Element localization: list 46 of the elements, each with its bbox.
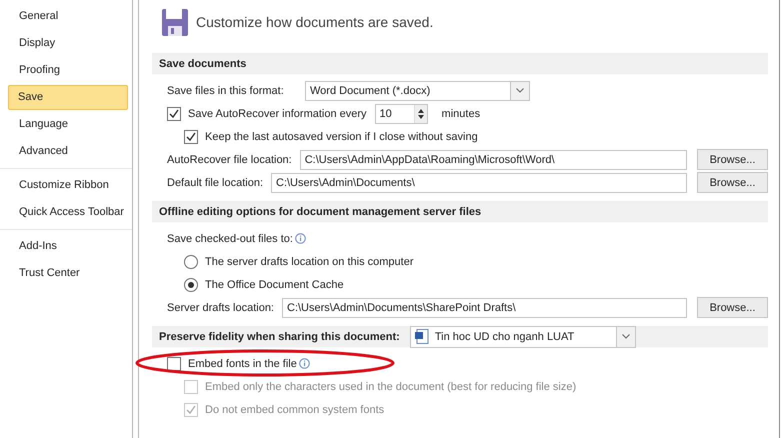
sidebar-item[interactable]: Add-Ins [9,234,128,259]
browse-button[interactable]: Browse... [697,149,768,170]
sidebar-item[interactable]: General [9,4,128,29]
sidebar-item[interactable]: Customize Ribbon [9,173,128,198]
unit-label: minutes [442,108,480,120]
checkbox-label: Save AutoRecover information every [188,108,367,120]
sidebar-item[interactable]: Trust Center [9,261,128,286]
sidebar-item[interactable]: Quick Access Toolbar [9,200,128,225]
checkbox-label: Keep the last autosaved version if I close without saving [205,130,478,142]
section-heading: Save documents [159,58,246,70]
sidebar-item[interactable]: Display [9,31,128,56]
checkbox[interactable] [167,106,181,120]
spin-arrows-icon[interactable] [418,108,424,120]
checkbox-label: Embed fonts in the file [188,358,297,370]
browse-button[interactable]: Browse... [697,172,768,193]
sidebar-item[interactable]: Language [9,112,128,137]
checkbox[interactable] [184,130,198,144]
checkbox-label: Embed only the characters used in the document (best for reducing file size) [205,380,576,392]
path-field[interactable]: C:\Users\Admin\Documents\SharePoint Drafts\ [282,298,687,318]
caret-icon [622,334,630,339]
checkbox-label: Do not embed common system fonts [205,404,384,416]
radio-button[interactable] [184,254,198,268]
minutes-spinner[interactable]: 10 [374,104,428,124]
option-label: Save checked-out files to: [167,232,293,244]
field-label: Default file location: [167,176,263,188]
document-name: Tin hoc UD cho nganh LUAT [434,330,574,342]
page-heading: Customize how documents are saved. [196,14,434,30]
caret-icon [516,88,524,93]
sidebar-item[interactable]: Save [8,85,128,110]
field-label: Server drafts location: [167,302,274,314]
field-label: Save files in this format: [167,84,285,96]
path-field[interactable]: C:\Users\Admin\Documents\ [271,172,687,192]
browse-button[interactable]: Browse... [697,297,768,318]
document-dropdown[interactable]: Tin hoc UD cho nganh LUAT [410,326,636,348]
section-heading: Offline editing options for document management server files [159,206,482,218]
format-dropdown[interactable]: Word Document (*.docx) [305,80,530,100]
checkbox[interactable] [167,356,181,370]
sidebar-item[interactable]: Advanced [9,139,128,164]
radio-label: The Office Document Cache [205,278,344,290]
path-field[interactable]: C:\Users\Admin\AppData\Roaming\Microsoft\Word\ [300,150,687,170]
sidebar-item[interactable]: Proofing [9,58,128,83]
field-label: AutoRecover file location: [167,154,292,166]
radio-button[interactable] [184,278,198,292]
radio-label: The server drafts location on this computer [205,256,414,268]
section-heading: Preserve fidelity when sharing this document: [159,330,400,342]
word-document-icon [414,329,429,344]
